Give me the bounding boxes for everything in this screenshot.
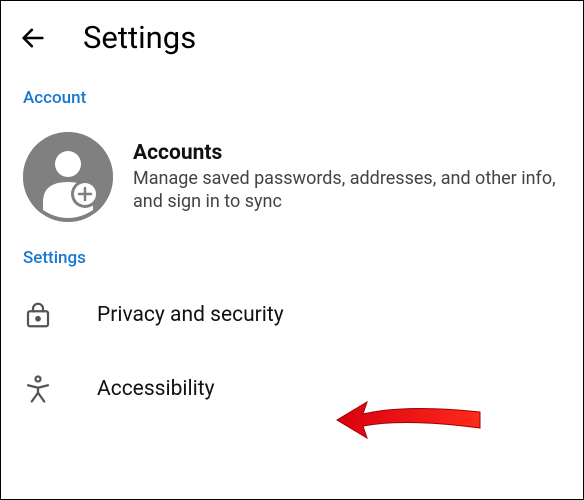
settings-item-label: Privacy and security: [97, 303, 284, 327]
page-title: Settings: [83, 19, 196, 56]
settings-item-label: Accessibility: [97, 377, 215, 401]
section-header-settings: Settings: [1, 240, 583, 278]
accounts-title: Accounts: [133, 141, 561, 165]
account-avatar-icon: [23, 132, 113, 222]
back-arrow-icon[interactable]: [19, 24, 47, 52]
settings-item-accessibility[interactable]: Accessibility: [1, 352, 583, 426]
accessibility-icon: [23, 374, 53, 404]
section-header-account: Account: [1, 80, 583, 118]
lock-icon: [23, 300, 53, 330]
header-bar: Settings: [1, 1, 583, 80]
accounts-description: Manage saved passwords, addresses, and o…: [133, 167, 561, 214]
settings-item-privacy[interactable]: Privacy and security: [1, 278, 583, 352]
accounts-text: Accounts Manage saved passwords, address…: [133, 141, 561, 214]
accounts-item[interactable]: Accounts Manage saved passwords, address…: [1, 118, 583, 240]
